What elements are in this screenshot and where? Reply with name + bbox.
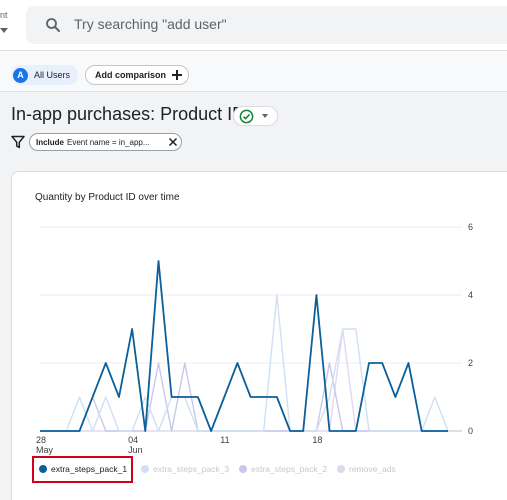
- x-tick-label: 04: [128, 435, 138, 445]
- legend-label: extra_steps_pack_2: [251, 464, 328, 474]
- x-tick-label: 18: [312, 435, 322, 445]
- x-tick-sublabel: May: [36, 445, 54, 455]
- legend-item-extra_steps_pack_2[interactable]: extra_steps_pack_2: [239, 464, 327, 474]
- legend-highlight-box: [32, 456, 133, 483]
- x-tick-sublabel: Jun: [128, 445, 143, 455]
- x-tick-label: 11: [220, 435, 229, 445]
- x-tick-label: 28: [36, 435, 46, 445]
- legend-item-extra_steps_pack_3[interactable]: extra_steps_pack_3: [141, 464, 229, 474]
- y-tick-label: 6: [468, 222, 473, 232]
- legend-dot: [337, 465, 345, 473]
- legend-label: remove_ads: [349, 464, 396, 474]
- y-tick-label: 0: [468, 426, 473, 436]
- line-chart: 0 2 4 6 28May 04Jun 11 18: [36, 222, 473, 455]
- legend-item-remove_ads[interactable]: remove_ads: [337, 464, 396, 474]
- legend-label: extra_steps_pack_3: [153, 464, 230, 474]
- legend-dot: [239, 465, 247, 473]
- legend-dot: [141, 465, 149, 473]
- series-line-extra_steps_pack_1: [40, 260, 448, 432]
- y-tick-label: 4: [468, 290, 473, 300]
- y-tick-label: 2: [468, 358, 473, 368]
